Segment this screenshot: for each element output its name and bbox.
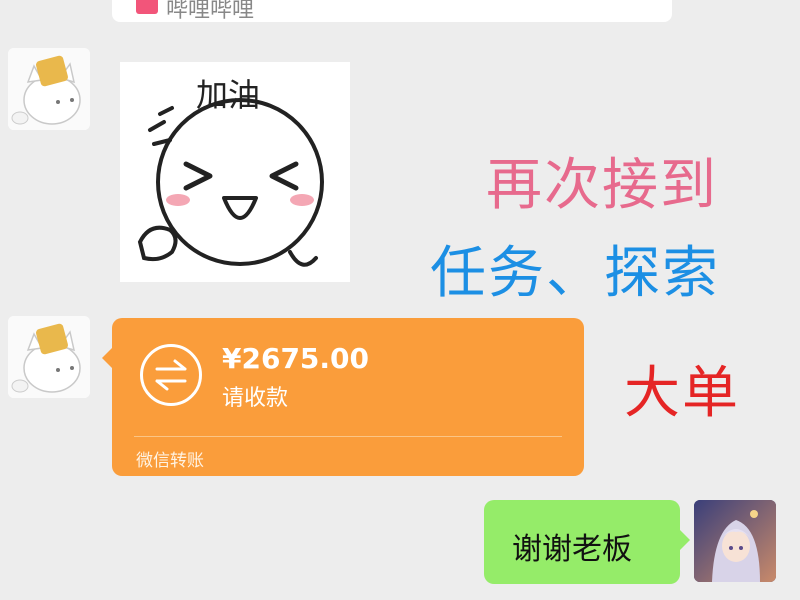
transfer-amount: ¥2675.00 — [222, 342, 370, 375]
transfer-card[interactable]: ¥2675.00 请收款 微信转账 — [102, 318, 584, 476]
overlay-line-3: 大单 — [624, 361, 740, 426]
my-message-text: 谢谢老板 — [512, 532, 632, 567]
transfer-footer: 微信转账 — [136, 451, 204, 471]
overlay-line-2: 任务、探索 — [430, 241, 720, 306]
my-message-bubble[interactable]: 谢谢老板 — [484, 500, 690, 584]
overlay-line-1: 再次接到 — [486, 153, 718, 218]
previous-message-text: 哔哩哔哩 — [166, 0, 255, 23]
cat-avatar-icon — [8, 316, 90, 398]
anime-girl-avatar-icon — [694, 500, 776, 582]
sticker-caption: 加油 — [196, 76, 261, 114]
sender-avatar[interactable] — [8, 316, 90, 398]
transfer-divider — [134, 436, 562, 437]
cat-avatar-icon — [8, 48, 90, 130]
transfer-arrows-icon — [140, 344, 202, 406]
transfer-status: 请收款 — [222, 386, 289, 411]
previous-message-card[interactable]: 哔哩哔哩 — [112, 0, 672, 23]
bilibili-icon — [136, 0, 158, 14]
sender-avatar[interactable] — [8, 48, 90, 130]
my-avatar[interactable] — [694, 500, 776, 582]
